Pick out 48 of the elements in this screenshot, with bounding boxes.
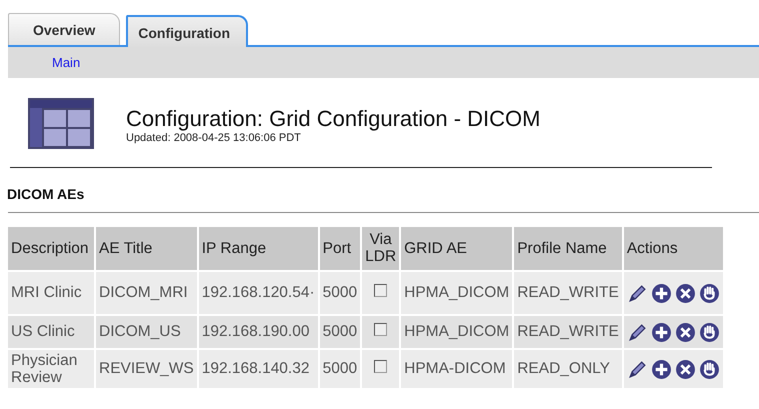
hand-stop-icon[interactable] xyxy=(698,282,720,304)
table-cell: 192.168.190.00 xyxy=(198,316,318,348)
table-cell: REVIEW_WS xyxy=(96,350,197,388)
column-header: IP Range xyxy=(198,227,318,270)
updated-timestamp: Updated: 2008-04-25 13:06:06 PDT xyxy=(126,132,302,144)
table-cell: 192.168.140.32 xyxy=(198,350,318,388)
column-header: GRID AE xyxy=(401,227,512,270)
table-cell: READ_WRITE xyxy=(514,316,622,348)
table-cell: READ_WRITE xyxy=(514,272,622,314)
table-cell: US Clinic xyxy=(8,316,94,348)
table-cell: READ_ONLY xyxy=(514,350,622,388)
add-icon[interactable] xyxy=(650,282,672,304)
hand-stop-icon[interactable] xyxy=(698,358,720,380)
main-link[interactable]: Main xyxy=(52,55,80,70)
delete-icon[interactable] xyxy=(674,322,696,342)
column-header: AE Title xyxy=(96,227,197,270)
table-cell: HPMA_DICOM xyxy=(401,272,512,314)
table-cell: 5000 xyxy=(320,316,360,348)
add-icon[interactable] xyxy=(650,322,672,342)
table-cell: DICOM_MRI xyxy=(96,272,197,314)
column-header: Port xyxy=(320,227,360,270)
table-cell: 5000 xyxy=(320,272,360,314)
table-cell: Physician Review xyxy=(8,350,94,388)
column-header: Actions xyxy=(624,227,723,270)
table-cell: HPMA_DICOM xyxy=(401,316,512,348)
checkbox[interactable] xyxy=(374,360,388,374)
table-cell: MRI Clinic xyxy=(8,272,94,314)
edit-pencil-icon[interactable] xyxy=(626,358,648,380)
column-header: Description xyxy=(8,227,94,270)
column-header: Profile Name xyxy=(514,227,622,270)
tab[interactable]: Overview xyxy=(8,13,120,45)
table-cell: DICOM_US xyxy=(96,316,197,348)
grid-window-icon xyxy=(26,96,96,151)
section-title: DICOM AEs xyxy=(7,186,86,202)
table-cell: 192.168.120.54· xyxy=(198,272,318,314)
column-header: Via LDR xyxy=(362,227,400,270)
table-cell: 5000 xyxy=(320,350,360,388)
hand-stop-icon[interactable] xyxy=(698,322,720,342)
delete-icon[interactable] xyxy=(674,358,696,380)
edit-pencil-icon[interactable] xyxy=(626,322,648,342)
table-cell: HPMA-DICOM xyxy=(401,350,512,388)
delete-icon[interactable] xyxy=(674,282,696,304)
checkbox[interactable] xyxy=(374,323,388,336)
add-icon[interactable] xyxy=(650,358,672,380)
page-title: Configuration: Grid Configuration - DICOM xyxy=(126,106,540,132)
tab[interactable]: Configuration xyxy=(126,15,248,47)
checkbox[interactable] xyxy=(374,284,388,297)
edit-pencil-icon[interactable] xyxy=(626,282,648,304)
